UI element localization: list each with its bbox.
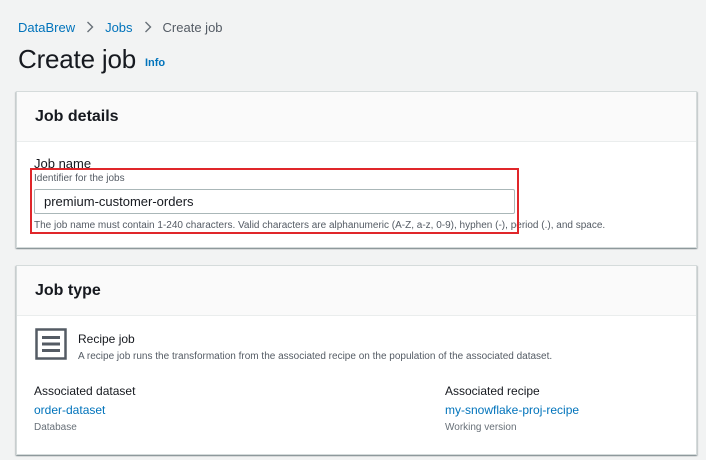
job-details-heading: Job details — [35, 107, 119, 125]
breadcrumb: DataBrew Jobs Create job — [18, 19, 223, 35]
info-link[interactable]: Info — [145, 57, 165, 69]
job-name-label: Job name — [34, 156, 92, 171]
associated-dataset-link[interactable]: order-dataset — [34, 403, 105, 417]
associated-dataset-label: Associated dataset — [34, 384, 136, 398]
recipe-list-icon — [35, 328, 67, 360]
associated-recipe-label: Associated recipe — [445, 384, 540, 398]
associated-recipe-version: Working version — [445, 422, 517, 433]
associated-dataset-type: Database — [34, 422, 77, 433]
job-type-panel: Job type Recipe job A recipe job runs th… — [16, 265, 697, 455]
job-name-input[interactable] — [34, 189, 515, 214]
create-job-page: DataBrew Jobs Create job Create job Info… — [0, 0, 706, 460]
job-type-header: Job type — [17, 266, 696, 316]
page-title: Create job — [18, 44, 136, 74]
chevron-right-icon — [75, 21, 105, 33]
job-details-panel: Job details Job name Identifier for the … — [16, 91, 697, 248]
breadcrumb-databrew[interactable]: DataBrew — [18, 20, 75, 35]
job-name-constraint: The job name must contain 1-240 characte… — [34, 220, 606, 231]
job-name-description: Identifier for the jobs — [34, 173, 125, 184]
recipe-job-title: Recipe job — [78, 332, 135, 346]
breadcrumb-create-job: Create job — [162, 19, 223, 35]
page-header: Create job Info — [18, 44, 165, 75]
recipe-job-description: A recipe job runs the transformation fro… — [78, 351, 553, 362]
associated-recipe-link[interactable]: my-snowflake-proj-recipe — [445, 403, 579, 417]
breadcrumb-jobs[interactable]: Jobs — [105, 20, 132, 35]
chevron-right-icon — [133, 21, 163, 33]
job-type-heading: Job type — [35, 281, 101, 299]
job-details-header: Job details — [17, 92, 696, 142]
